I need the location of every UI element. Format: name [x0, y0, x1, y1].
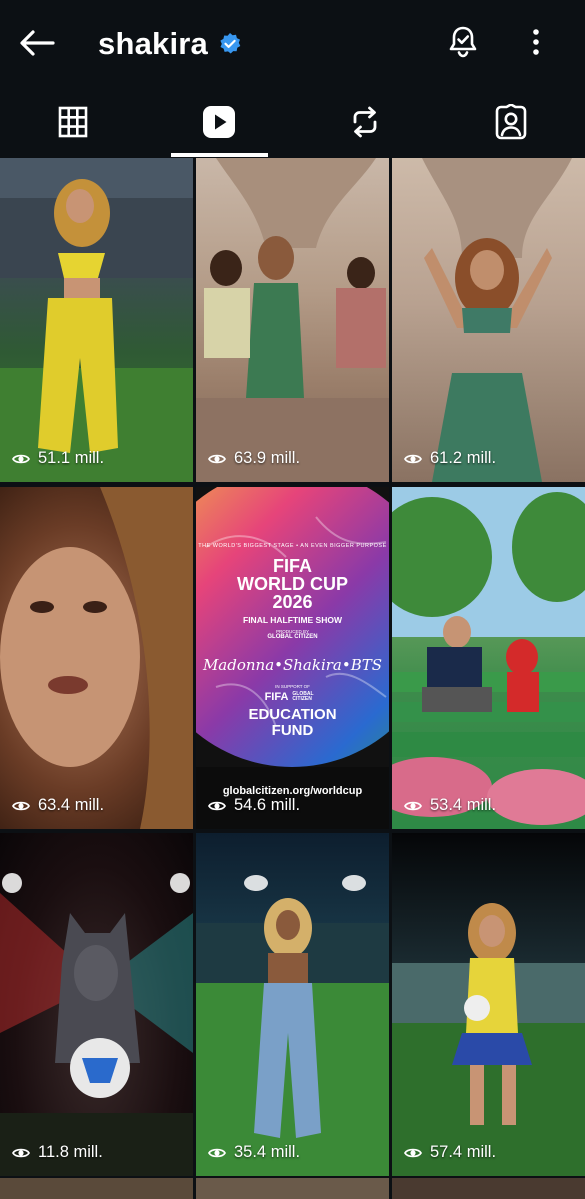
reel-thumbnail: [0, 158, 193, 482]
reel-thumbnail: [422, 158, 572, 482]
view-count-text: 51.1 mill.: [38, 449, 105, 467]
bell-icon: [449, 26, 477, 58]
reel-thumbnail: [0, 873, 193, 1176]
overlay-line3: 2026: [272, 592, 313, 612]
view-count: 35.4 mill.: [208, 1143, 300, 1162]
view-count: 51.1 mill.: [12, 449, 104, 468]
eye-icon: [12, 800, 30, 812]
global-citizen-logo: GLOBAL CITIZEN: [292, 690, 314, 702]
view-count-text: 61.2 mill.: [430, 449, 497, 467]
tagged-person-icon: [495, 104, 527, 140]
view-count: 57.4 mill.: [404, 1143, 496, 1162]
repost-icon: [353, 106, 377, 138]
profile-tabs: [0, 86, 585, 158]
eye-icon: [12, 1147, 30, 1159]
view-count-text: 63.4 mill.: [38, 796, 105, 814]
reel-tile[interactable]: 57.4 mill.: [392, 833, 585, 1176]
username-title: shakira: [98, 26, 208, 61]
overlay-producer: GLOBAL CITIZEN: [267, 634, 318, 640]
overlay-kicker: THE WORLD'S BIGGEST STAGE • AN EVEN BIGG…: [198, 543, 387, 549]
reel-thumbnail: [196, 158, 389, 482]
reel-tile[interactable]: 53.4 mill.: [392, 487, 585, 829]
reel-thumbnail: [0, 487, 193, 829]
tab-reels[interactable]: [146, 86, 292, 158]
tab-tagged[interactable]: [438, 86, 584, 158]
profile-title: shakira: [98, 24, 242, 64]
overlay-logos: FIFA GLOBAL CITIZEN: [196, 691, 389, 703]
overlay-support: IN SUPPORT OF: [275, 684, 310, 689]
tab-posts[interactable]: [0, 86, 146, 158]
eye-icon: [208, 1147, 226, 1159]
view-count: 63.9 mill.: [208, 449, 300, 468]
eye-icon: [404, 1147, 422, 1159]
back-button[interactable]: [16, 22, 58, 64]
overlay-fund1: EDUCATION: [248, 706, 337, 723]
view-count: 61.2 mill.: [404, 449, 496, 468]
reel-tile[interactable]: 61.2 mill.: [392, 158, 585, 482]
reels-play-icon: [203, 106, 235, 138]
grid-icon: [58, 106, 88, 138]
reel-tile[interactable]: 35.4 mill.: [196, 833, 389, 1176]
eye-icon: [404, 453, 422, 465]
notifications-button[interactable]: [441, 20, 485, 64]
view-count-text: 53.4 mill.: [430, 796, 497, 814]
overlay-line2: WORLD CUP: [237, 574, 348, 594]
view-count-text: 11.8 mill.: [38, 1143, 103, 1161]
reel-tile[interactable]: 63.4 mill.: [0, 487, 193, 829]
view-count: 54.6 mill.: [208, 796, 300, 815]
selected-tab-indicator: [171, 153, 268, 157]
tab-reposts[interactable]: [292, 86, 438, 158]
reel-thumbnail: [196, 875, 389, 1176]
reels-grid: 51.1 mill. 63.9 mill. 61.2 mill. 63.4 mi…: [0, 158, 585, 1199]
reel-tile-partial[interactable]: [196, 1178, 389, 1199]
eye-icon: [404, 800, 422, 812]
overlay-fund2: FUND: [271, 721, 314, 739]
top-bar: shakira: [0, 0, 585, 86]
eye-icon: [208, 800, 226, 812]
overlay-line1: FIFA: [273, 556, 312, 576]
view-count: 53.4 mill.: [404, 796, 496, 815]
more-options-button[interactable]: [520, 20, 552, 64]
view-count: 63.4 mill.: [12, 796, 104, 815]
arrow-left-icon: [20, 30, 55, 56]
reel-tile[interactable]: 63.9 mill.: [196, 158, 389, 482]
reel-thumbnail: [392, 903, 585, 1176]
verified-badge-icon: [218, 32, 242, 56]
view-count-text: 35.4 mill.: [234, 1143, 301, 1161]
view-count-text: 57.4 mill.: [430, 1143, 497, 1161]
reel-tile[interactable]: 11.8 mill.: [0, 833, 193, 1176]
reel-tile[interactable]: 51.1 mill.: [0, 158, 193, 482]
reel-tile-partial[interactable]: [0, 1178, 193, 1199]
reel-tile[interactable]: THE WORLD'S BIGGEST STAGE • AN EVEN BIGG…: [196, 487, 389, 829]
eye-icon: [12, 453, 30, 465]
view-count-text: 63.9 mill.: [234, 449, 301, 467]
eye-icon: [208, 453, 226, 465]
view-count: 11.8 mill.: [12, 1143, 103, 1162]
reel-thumbnail: [392, 487, 585, 825]
reel-tile-partial[interactable]: [392, 1178, 585, 1199]
fifa-logo: FIFA: [264, 691, 289, 703]
view-count-text: 54.6 mill.: [234, 796, 301, 814]
more-vertical-icon: [533, 29, 539, 55]
fifa-overlay: THE WORLD'S BIGGEST STAGE • AN EVEN BIGG…: [196, 543, 389, 739]
overlay-line4: FINAL HALFTIME SHOW: [243, 615, 342, 625]
overlay-artists: Madonna•Shakira•BTS: [202, 656, 383, 674]
